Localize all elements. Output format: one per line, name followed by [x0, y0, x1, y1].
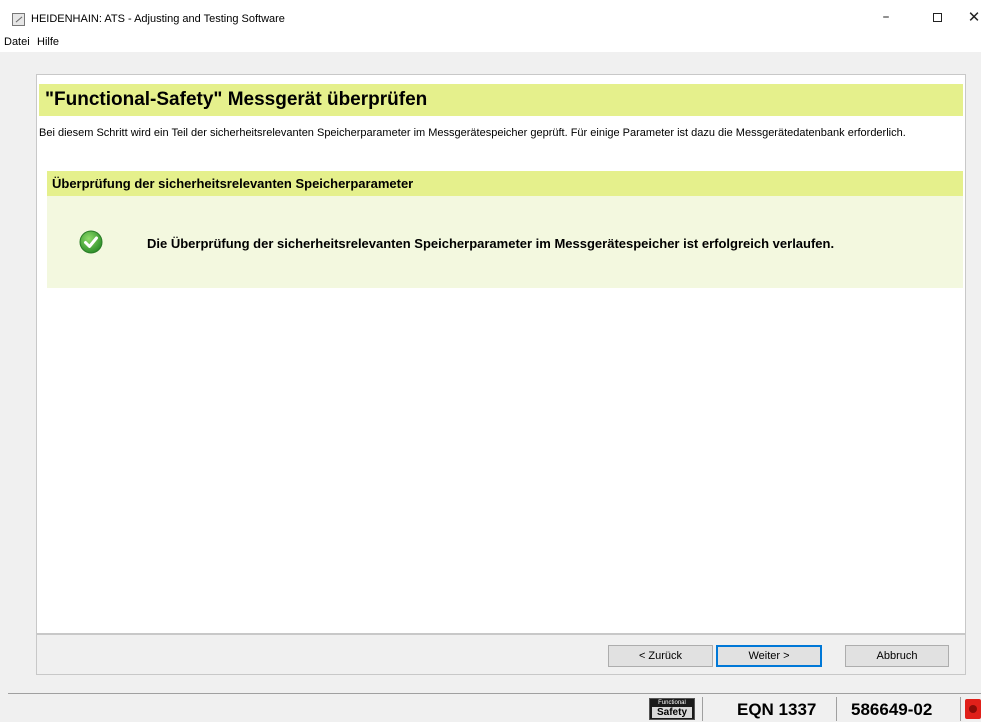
maximize-button[interactable] [922, 6, 952, 28]
page-title: "Functional-Safety" Messgerät überprüfen [45, 89, 428, 110]
maximize-icon [932, 12, 942, 22]
close-button[interactable]: ✕ [959, 6, 981, 28]
back-button[interactable]: < Zurück [608, 645, 713, 667]
window-title: HEIDENHAIN: ATS - Adjusting and Testing … [31, 13, 285, 25]
button-bar: < Zurück Weiter > Abbruch [36, 634, 966, 675]
red-status-indicator-icon[interactable] [965, 699, 981, 719]
status-divider [836, 697, 837, 721]
section-title: Überprüfung der sicherheitsrelevanten Sp… [52, 176, 414, 191]
status-bar: Functional Safety EQN 1337 586649-02 [8, 693, 981, 722]
status-divider [702, 697, 703, 721]
menu-bar: Datei Hilfe [0, 34, 981, 52]
menu-hilfe[interactable]: Hilfe [37, 36, 59, 48]
menu-datei[interactable]: Datei [4, 36, 30, 48]
application-window: HEIDENHAIN: ATS - Adjusting and Testing … [0, 0, 981, 722]
page-header: "Functional-Safety" Messgerät überprüfen [39, 84, 963, 116]
fs-logo-bottom-text: Safety [652, 707, 692, 718]
minimize-button[interactable]: – [871, 6, 901, 28]
device-name: EQN 1337 [737, 700, 817, 719]
content-panel: "Functional-Safety" Messgerät überprüfen… [36, 74, 966, 634]
app-icon [12, 13, 25, 26]
cancel-button[interactable]: Abbruch [845, 645, 949, 667]
functional-safety-logo: Functional Safety [649, 698, 695, 720]
result-message: Die Überprüfung der sicherheitsrelevante… [147, 236, 835, 251]
title-bar: HEIDENHAIN: ATS - Adjusting and Testing … [0, 0, 981, 34]
result-box: Die Überprüfung der sicherheitsrelevante… [47, 196, 963, 288]
next-button[interactable]: Weiter > [716, 645, 822, 667]
step-description: Bei diesem Schritt wird ein Teil der sic… [39, 127, 906, 139]
section-header: Überprüfung der sicherheitsrelevanten Sp… [47, 171, 963, 196]
fs-logo-top-text: Functional [658, 700, 686, 706]
id-number: 586649-02 [851, 700, 933, 719]
status-divider [960, 697, 961, 721]
success-check-icon [79, 230, 103, 254]
